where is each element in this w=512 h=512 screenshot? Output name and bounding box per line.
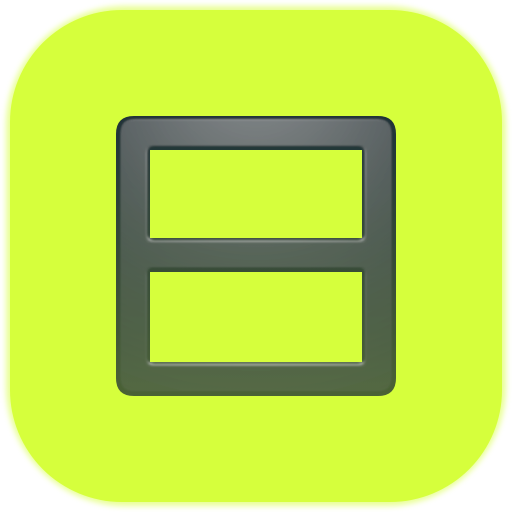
- app-icon-canvas: [0, 0, 512, 512]
- split-window-icon[interactable]: [0, 0, 512, 512]
